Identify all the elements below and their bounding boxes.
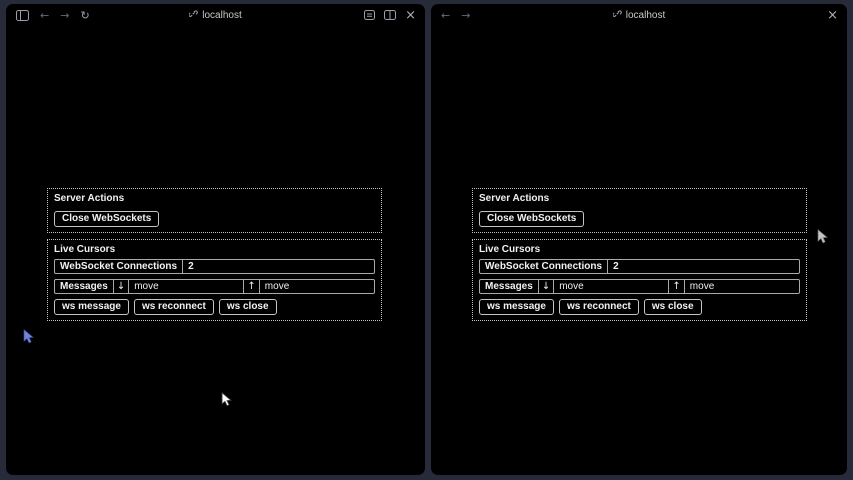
ws-message-button[interactable]: ws message [54, 299, 129, 315]
remote-cursor-gray [817, 229, 828, 244]
messages-row: Messages ↓ move ↑ move [479, 279, 800, 294]
browser-window-right: ← → localhost × Server Actions Close Web… [431, 4, 847, 475]
link-icon [613, 9, 622, 21]
remote-cursor-blue [23, 329, 34, 344]
address-title: localhost [431, 4, 847, 26]
titlebar[interactable]: ← → localhost × [431, 4, 847, 26]
ws-reconnect-button[interactable]: ws reconnect [559, 299, 639, 315]
connections-value: 2 [607, 260, 799, 273]
server-actions-box: Server Actions Close WebSockets [472, 188, 807, 233]
connections-row: WebSocket Connections 2 [54, 259, 375, 274]
server-actions-heading: Server Actions [479, 193, 800, 205]
ws-reconnect-button[interactable]: ws reconnect [134, 299, 214, 315]
live-cursors-box: Live Cursors WebSocket Connections 2 Mes… [472, 239, 807, 321]
outgoing-message-value: move [259, 280, 374, 293]
server-actions-box: Server Actions Close WebSockets [47, 188, 382, 233]
close-websockets-button[interactable]: Close WebSockets [54, 211, 159, 227]
split-view-icon[interactable] [384, 10, 396, 20]
close-websockets-button[interactable]: Close WebSockets [479, 211, 584, 227]
messages-label: Messages [55, 280, 113, 293]
messages-label: Messages [480, 280, 538, 293]
back-icon[interactable]: ← [40, 10, 49, 21]
incoming-message-value: move [553, 280, 668, 293]
ws-close-button[interactable]: ws close [219, 299, 277, 315]
sidebar-toggle-icon[interactable] [16, 10, 29, 21]
refresh-icon[interactable]: ↻ [80, 10, 89, 21]
browser-window-left: ← → ↻ localhost [6, 4, 425, 475]
back-icon[interactable]: ← [441, 10, 450, 21]
titlebar[interactable]: ← → ↻ localhost [6, 4, 425, 26]
incoming-message-value: move [128, 280, 243, 293]
server-actions-heading: Server Actions [54, 193, 375, 205]
close-icon[interactable]: × [827, 9, 838, 22]
page-content: Server Actions Close WebSockets Live Cur… [47, 188, 382, 321]
link-icon [189, 9, 198, 21]
ws-buttons-row: ws message ws reconnect ws close [54, 299, 375, 315]
connections-value: 2 [182, 260, 374, 273]
ws-close-button[interactable]: ws close [644, 299, 702, 315]
live-cursors-heading: Live Cursors [54, 244, 375, 256]
messages-row: Messages ↓ move ↑ move [54, 279, 375, 294]
page-content: Server Actions Close WebSockets Live Cur… [472, 188, 807, 321]
close-icon[interactable]: × [405, 9, 416, 22]
arrow-up-icon: ↑ [668, 280, 683, 293]
connections-row: WebSocket Connections 2 [479, 259, 800, 274]
page-title[interactable]: localhost [202, 10, 241, 21]
ws-buttons-row: ws message ws reconnect ws close [479, 299, 800, 315]
live-cursors-box: Live Cursors WebSocket Connections 2 Mes… [47, 239, 382, 321]
forward-icon[interactable]: → [60, 10, 69, 21]
page-title[interactable]: localhost [626, 10, 665, 21]
reader-list-icon[interactable] [364, 10, 375, 20]
connections-label: WebSocket Connections [55, 260, 182, 273]
system-cursor [221, 392, 232, 407]
arrow-down-icon: ↓ [538, 280, 553, 293]
arrow-up-icon: ↑ [243, 280, 258, 293]
ws-message-button[interactable]: ws message [479, 299, 554, 315]
live-cursors-heading: Live Cursors [479, 244, 800, 256]
arrow-down-icon: ↓ [113, 280, 128, 293]
connections-label: WebSocket Connections [480, 260, 607, 273]
forward-icon[interactable]: → [461, 10, 470, 21]
outgoing-message-value: move [684, 280, 799, 293]
